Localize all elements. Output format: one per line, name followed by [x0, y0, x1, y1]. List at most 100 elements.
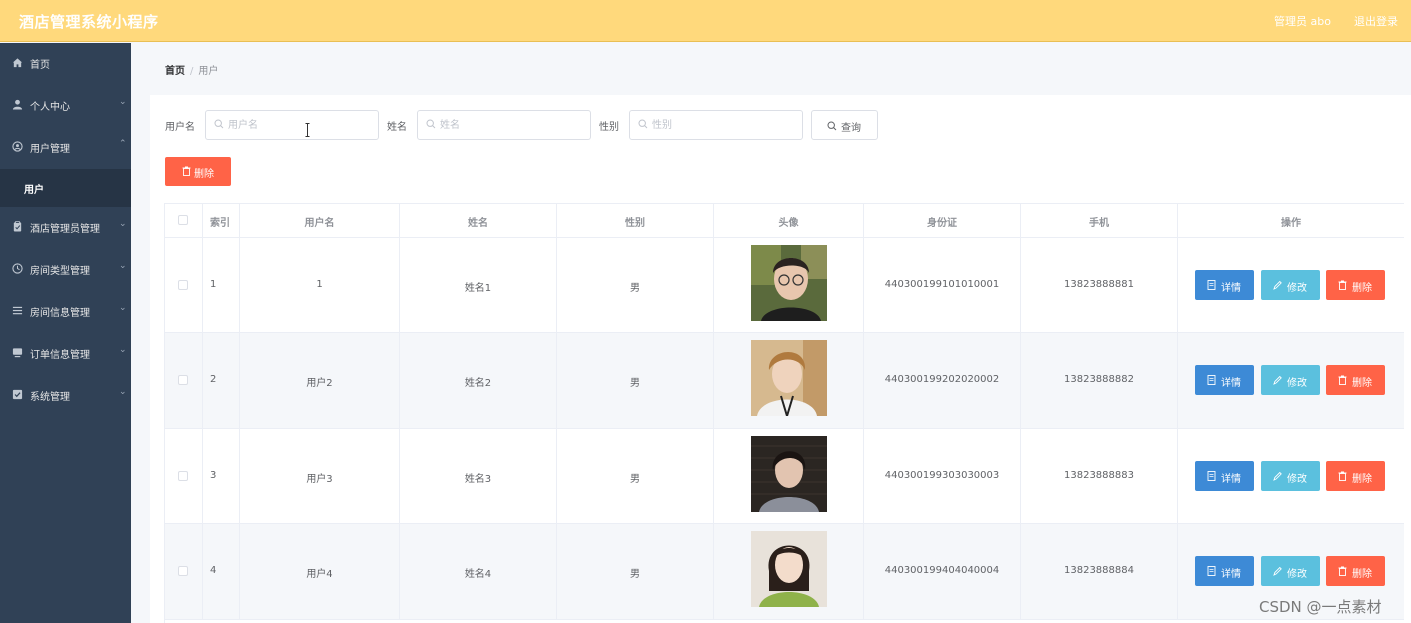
detail-button-label: 详情 — [1221, 378, 1241, 389]
chevron-up-icon: ⌃ — [119, 139, 127, 149]
delete-button[interactable]: 删除 — [1326, 556, 1385, 586]
username-search-input[interactable] — [228, 117, 368, 133]
column-header: 身份证 — [927, 218, 957, 229]
trash-icon — [1338, 375, 1347, 385]
table-row: 1 1 姓名1 男 440300199101010001 13823888881… — [165, 238, 1404, 333]
sidebar-item-label: 用户管理 — [30, 144, 70, 155]
edit-button-label: 修改 — [1287, 283, 1307, 294]
select-all-checkbox[interactable] — [178, 215, 188, 225]
cell-gender: 男 — [630, 569, 640, 580]
sidebar-subitem-label: 用户 — [24, 185, 44, 196]
query-button[interactable]: 查询 — [811, 110, 878, 140]
edit-button[interactable]: 修改 — [1261, 365, 1320, 395]
row-checkbox[interactable] — [178, 471, 188, 481]
clock-icon — [12, 263, 23, 274]
cell-username: 用户3 — [306, 474, 333, 485]
chevron-down-icon: ⌄ — [119, 219, 127, 229]
sidebar-item-user-management[interactable]: 用户管理 ⌃ — [0, 127, 131, 167]
sidebar-item-room-info[interactable]: 房间信息管理 ⌄ — [0, 291, 131, 331]
sidebar-item-label: 首页 — [30, 60, 50, 71]
pencil-icon — [1273, 471, 1282, 481]
gender-search-input[interactable] — [652, 117, 792, 133]
delete-button[interactable]: 删除 — [1326, 461, 1385, 491]
query-button-label: 查询 — [841, 123, 861, 134]
edit-button[interactable]: 修改 — [1261, 461, 1320, 491]
detail-button-label: 详情 — [1221, 569, 1241, 580]
delete-button-label: 删除 — [1352, 283, 1372, 294]
detail-button[interactable]: 详情 — [1195, 365, 1254, 395]
sidebar-item-home[interactable]: 首页 — [0, 43, 131, 83]
row-checkbox[interactable] — [178, 280, 188, 290]
search-icon — [827, 121, 837, 131]
detail-button[interactable]: 详情 — [1195, 461, 1254, 491]
delete-button[interactable]: 删除 — [1326, 270, 1385, 300]
cell-phone: 13823888882 — [1064, 374, 1134, 385]
trash-icon — [182, 166, 191, 176]
trash-icon — [1338, 280, 1347, 290]
clipboard-icon — [13, 221, 22, 232]
sidebar-item-label: 酒店管理员管理 — [30, 224, 100, 235]
column-header: 用户名 — [304, 218, 335, 229]
home-icon — [12, 58, 23, 68]
username-label: 用户名 — [165, 122, 195, 133]
username-search-field[interactable] — [205, 110, 379, 140]
watermark: CSDN @一点素材 — [1259, 598, 1382, 616]
table-header-row: 索引 用户名 姓名 性别 头像 身份证 手机 操作 — [165, 204, 1404, 238]
edit-button[interactable]: 修改 — [1261, 270, 1320, 300]
sidebar-item-label: 房间类型管理 — [30, 266, 90, 277]
delete-button-label: 删除 — [1352, 569, 1372, 580]
current-user: 管理员 abo — [1274, 15, 1331, 28]
user-circle-icon — [12, 141, 23, 152]
column-header: 手机 — [1089, 218, 1109, 229]
detail-button-label: 详情 — [1221, 474, 1241, 485]
search-icon — [426, 119, 436, 129]
delete-button-label: 删除 — [1352, 474, 1372, 485]
person-icon — [12, 99, 23, 110]
cell-username: 用户4 — [306, 569, 333, 580]
detail-button[interactable]: 详情 — [1195, 270, 1254, 300]
batch-delete-button[interactable]: 删除 — [165, 157, 231, 186]
top-header: 酒店管理系统小程序 管理员 abo 退出登录 — [0, 0, 1411, 42]
cell-id-card: 440300199303030003 — [884, 470, 1000, 481]
delete-button[interactable]: 删除 — [1326, 365, 1385, 395]
edit-button-label: 修改 — [1287, 378, 1307, 389]
sidebar-item-system[interactable]: 系统管理 ⌄ — [0, 375, 131, 415]
chevron-down-icon: ⌄ — [119, 97, 127, 107]
sidebar-subitem-user[interactable]: 用户 — [0, 169, 131, 207]
name-search-input[interactable] — [440, 117, 580, 133]
sidebar: 首页 个人中心 ⌄ 用户管理 ⌃ 用户 酒店管理员管理 ⌄ 房间类型管理 ⌄ 房… — [0, 43, 131, 623]
sidebar-item-label: 房间信息管理 — [30, 308, 90, 319]
pencil-icon — [1273, 566, 1282, 576]
edit-button-label: 修改 — [1287, 474, 1307, 485]
sidebar-item-room-type[interactable]: 房间类型管理 ⌄ — [0, 249, 131, 289]
gender-search-field[interactable] — [629, 110, 803, 140]
sidebar-item-hotel-admin[interactable]: 酒店管理员管理 ⌄ — [0, 207, 131, 247]
sidebar-item-profile[interactable]: 个人中心 ⌄ — [0, 85, 131, 125]
chevron-down-icon: ⌄ — [119, 261, 127, 271]
sidebar-item-order-info[interactable]: 订单信息管理 ⌄ — [0, 333, 131, 373]
batch-delete-label: 删除 — [194, 169, 214, 180]
text-cursor-icon — [305, 123, 310, 137]
cell-gender: 男 — [630, 283, 640, 294]
cell-id-card: 440300199404040004 — [884, 565, 1000, 576]
logout-link[interactable]: 退出登录 — [1354, 13, 1398, 29]
row-checkbox[interactable] — [178, 375, 188, 385]
cell-phone: 13823888884 — [1064, 565, 1134, 576]
cell-id-card: 440300199101010001 — [884, 279, 1000, 290]
document-icon — [1207, 280, 1216, 290]
breadcrumb-home[interactable]: 首页 — [165, 66, 185, 77]
detail-button[interactable]: 详情 — [1195, 556, 1254, 586]
chevron-down-icon: ⌄ — [119, 345, 127, 355]
document-icon — [1207, 375, 1216, 385]
cell-id-card: 440300199202020002 — [884, 374, 1000, 385]
list-icon — [12, 306, 23, 315]
edit-button[interactable]: 修改 — [1261, 556, 1320, 586]
row-checkbox[interactable] — [178, 566, 188, 576]
chevron-down-icon: ⌄ — [119, 387, 127, 397]
name-search-field[interactable] — [417, 110, 591, 140]
document-icon — [1207, 566, 1216, 576]
cell-phone: 13823888881 — [1064, 279, 1134, 290]
sidebar-item-label: 个人中心 — [30, 102, 70, 113]
cell-phone: 13823888883 — [1064, 470, 1134, 481]
breadcrumb-current: 用户 — [198, 66, 219, 77]
